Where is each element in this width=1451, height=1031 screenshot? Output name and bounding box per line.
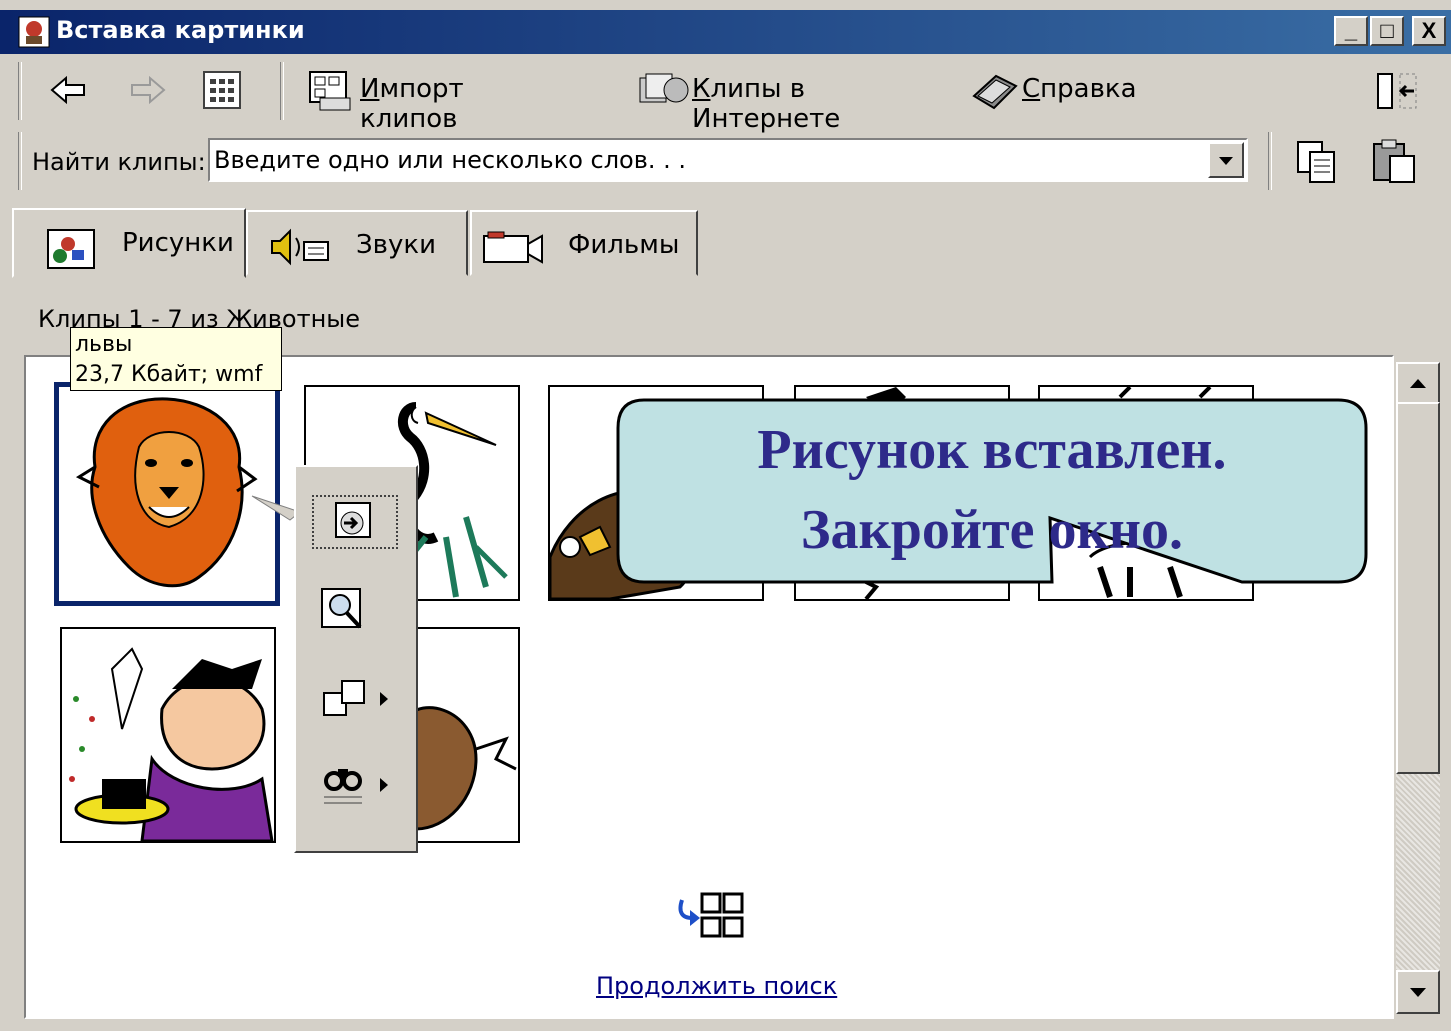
tab-sounds[interactable]: Звуки — [246, 210, 468, 276]
continue-search-icon[interactable] — [676, 892, 748, 946]
clip-thumbnail-lion[interactable] — [54, 382, 280, 606]
tooltip-clip-name: львы — [75, 332, 133, 357]
search-input[interactable] — [214, 144, 1204, 176]
preview-clip-icon[interactable] — [320, 585, 370, 635]
tab-sounds-label: Звуки — [356, 230, 436, 260]
callout-text: Рисунок вставлен. Закройте окно. — [620, 410, 1364, 570]
app-icon — [18, 16, 50, 48]
help-book-icon — [972, 74, 1018, 110]
insert-clip-icon — [335, 502, 371, 538]
back-arrow-icon[interactable] — [48, 70, 90, 110]
callout-line-2: Закройте окно. — [800, 499, 1184, 561]
clip-popup-menu — [294, 465, 418, 853]
maximize-button[interactable]: □ — [1370, 16, 1404, 46]
clips-online-icon — [639, 73, 689, 103]
online-accelerator: К — [692, 74, 711, 104]
paste-icon[interactable] — [1370, 136, 1420, 186]
toolbar-separator — [280, 62, 284, 120]
search-label: Найти клипы: — [32, 148, 206, 176]
tab-pictures-label: Рисунки — [122, 228, 234, 258]
tab-movies[interactable]: Фильмы — [470, 210, 698, 276]
window-title: Вставка картинки — [56, 16, 305, 44]
magician-image — [69, 647, 274, 843]
toolbar-separator-2 — [1268, 132, 1272, 190]
insert-clip-button[interactable] — [312, 495, 398, 549]
toggle-pane-icon[interactable] — [1370, 70, 1420, 114]
search-toolbar-grip — [18, 132, 22, 190]
tab-pictures[interactable]: Рисунки — [12, 208, 246, 278]
continue-search-link[interactable]: Продолжить поиск — [596, 972, 837, 1000]
clip-thumbnail-magician[interactable] — [60, 627, 276, 843]
import-clips-button[interactable]: Импорт клипов — [306, 68, 546, 134]
scroll-thumb[interactable] — [1396, 402, 1440, 774]
help-label: правка — [1040, 74, 1137, 104]
scroll-down-button[interactable] — [1396, 970, 1440, 1014]
search-dropdown-button[interactable] — [1208, 142, 1244, 178]
pictures-tab-icon — [47, 229, 95, 269]
clips-online-label: липы в Интернете — [692, 74, 841, 134]
find-similar-icon[interactable] — [320, 761, 400, 811]
scroll-up-button[interactable] — [1396, 362, 1440, 406]
tooltip-clip-info: 23,7 Кбайт; wmf — [75, 362, 263, 387]
vertical-scrollbar[interactable] — [1396, 362, 1440, 1014]
toolbar-grip — [18, 62, 22, 120]
clip-tooltip: львы 23,7 Кбайт; wmf — [70, 327, 282, 391]
scroll-down-arrow-icon — [1410, 988, 1426, 997]
clips-online-button[interactable]: Клипы в Интернете — [636, 68, 936, 134]
scroll-up-arrow-icon — [1410, 379, 1426, 388]
minimize-button[interactable]: _ — [1334, 16, 1368, 46]
help-accelerator: С — [1022, 74, 1041, 104]
lion-image — [75, 397, 258, 588]
thumbnails-view-icon[interactable] — [202, 70, 242, 110]
callout-line-1: Рисунок вставлен. — [757, 419, 1227, 481]
help-button[interactable]: Справка — [970, 68, 1140, 114]
add-to-category-icon[interactable] — [320, 675, 400, 725]
search-box[interactable] — [208, 138, 1248, 182]
video-camera-icon — [483, 231, 543, 264]
forward-arrow-icon[interactable] — [126, 70, 168, 110]
import-clips-icon — [309, 71, 351, 111]
tab-movies-label: Фильмы — [568, 230, 680, 260]
close-button[interactable]: X — [1412, 16, 1446, 46]
chevron-down-icon — [1219, 157, 1233, 165]
speaker-icon — [271, 228, 329, 266]
import-accelerator: И — [360, 74, 380, 104]
copy-icon[interactable] — [1294, 138, 1342, 186]
